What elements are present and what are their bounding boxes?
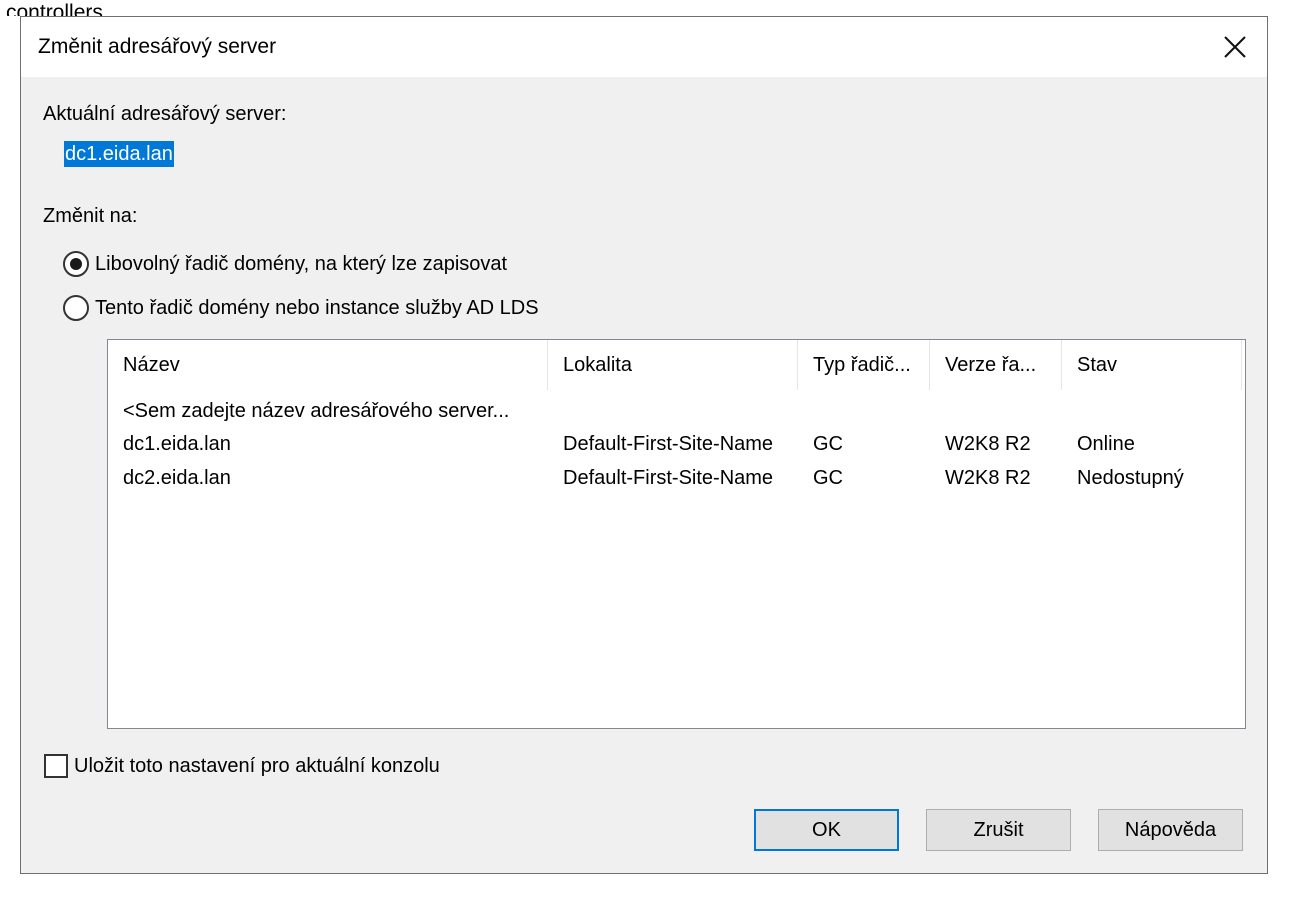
column-header-name[interactable]: Název	[108, 340, 548, 390]
radio-any-writable-dc-label: Libovolný řadič domény, na který lze zap…	[95, 252, 508, 275]
cell-site: Default-First-Site-Name	[563, 467, 774, 489]
column-header-dc-type[interactable]: Typ řadič...	[798, 340, 930, 390]
close-button[interactable]	[1217, 29, 1253, 65]
radio-this-dc-or-adlds-label: Tento řadič domény nebo instance služby …	[95, 296, 539, 319]
ok-button[interactable]: OK	[754, 809, 899, 851]
dialog-title: Změnit adresářový server	[38, 35, 277, 58]
column-header-status[interactable]: Stav	[1062, 340, 1242, 390]
table-row[interactable]: dc1.eida.lan Default-First-Site-Name GC …	[108, 427, 1245, 461]
current-server-value[interactable]: dc1.eida.lan	[64, 141, 174, 167]
cell-dc-type: GC	[813, 467, 843, 489]
help-button[interactable]: Nápověda	[1098, 809, 1243, 851]
column-header-site[interactable]: Lokalita	[548, 340, 798, 390]
radio-button-unchecked[interactable]	[63, 295, 89, 321]
dialog-titlebar: Změnit adresářový server	[21, 17, 1267, 77]
cell-name: dc1.eida.lan	[123, 433, 231, 455]
list-header: Název Lokalita Typ řadič... Verze řa... …	[108, 340, 1245, 390]
cell-status: Nedostupný	[1077, 467, 1184, 489]
save-setting-checkbox[interactable]: Uložit toto nastavení pro aktuální konzo…	[44, 754, 440, 778]
cancel-button[interactable]: Zrušit	[926, 809, 1071, 851]
cell-dc-version: W2K8 R2	[945, 433, 1031, 455]
cell-name: dc2.eida.lan	[123, 467, 231, 489]
change-directory-server-dialog: Změnit adresářový server Aktuální adresá…	[20, 16, 1268, 874]
server-list[interactable]: Název Lokalita Typ řadič... Verze řa... …	[107, 339, 1246, 729]
cell-dc-type: GC	[813, 433, 843, 455]
radio-any-writable-dc[interactable]: Libovolný řadič domény, na který lze zap…	[63, 251, 507, 277]
background-window-text: controllers	[6, 2, 103, 16]
cell-dc-version: W2K8 R2	[945, 467, 1031, 489]
cell-status: Online	[1077, 433, 1135, 455]
change-to-label: Změnit na:	[43, 205, 138, 227]
table-row[interactable]: dc2.eida.lan Default-First-Site-Name GC …	[108, 461, 1245, 495]
placeholder-text: <Sem zadejte název adresářového server..…	[123, 400, 510, 422]
cell-site: Default-First-Site-Name	[563, 433, 774, 455]
radio-button-checked[interactable]	[63, 251, 89, 277]
current-server-label: Aktuální adresářový server:	[43, 103, 287, 125]
close-icon	[1224, 36, 1246, 58]
radio-this-dc-or-adlds[interactable]: Tento řadič domény nebo instance služby …	[63, 295, 539, 321]
list-item-placeholder[interactable]: <Sem zadejte název adresářového server..…	[108, 394, 1245, 428]
checkbox-box[interactable]	[44, 754, 68, 778]
column-header-dc-version[interactable]: Verze řa...	[930, 340, 1062, 390]
save-setting-label: Uložit toto nastavení pro aktuální konzo…	[74, 754, 440, 777]
